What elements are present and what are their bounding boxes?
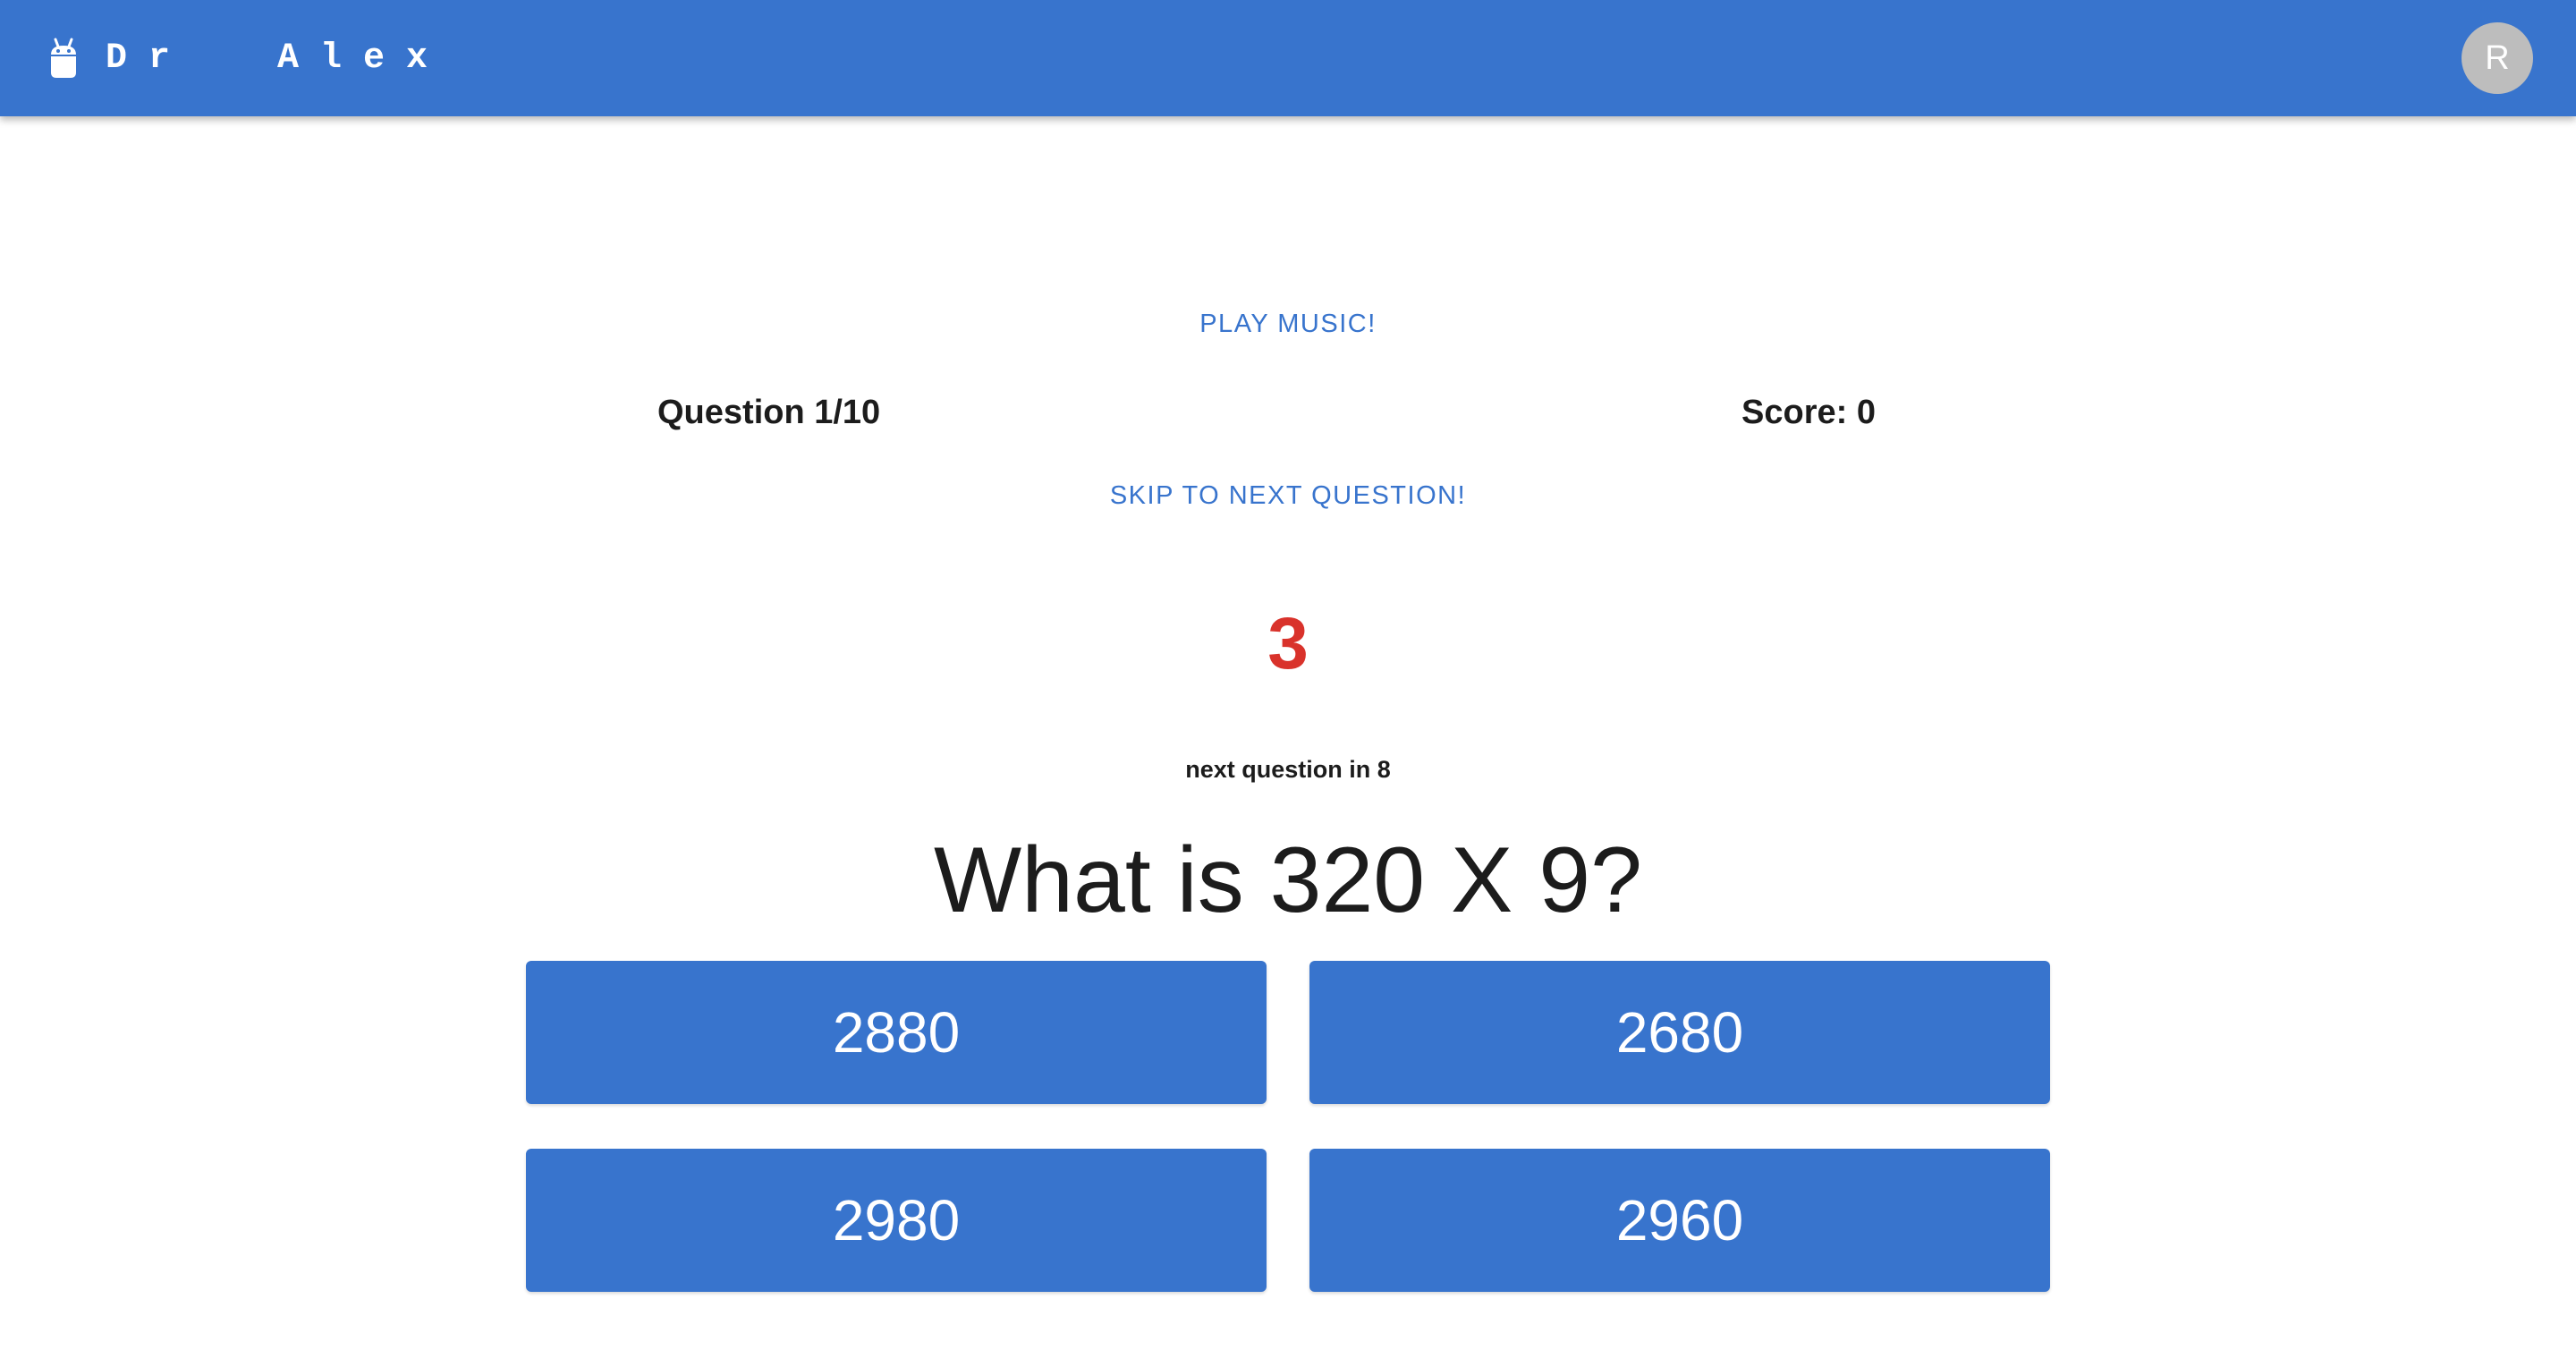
answer-button-4[interactable]: 2960 [1309, 1149, 2050, 1292]
countdown-number: 3 [1267, 603, 1309, 684]
answer-button-1[interactable]: 2880 [526, 961, 1267, 1104]
next-question-timer: next question in 8 [1185, 756, 1391, 783]
brand[interactable]: Dr Alex [48, 0, 449, 116]
answer-button-3[interactable]: 2980 [526, 1149, 1267, 1292]
play-music-label: PLAY MUSIC! [1199, 310, 1377, 338]
skip-question-label: SKIP TO NEXT QUESTION! [1109, 481, 1467, 510]
user-avatar[interactable]: R [2462, 22, 2533, 94]
score-display: Score: 0 [1741, 394, 1876, 431]
app-title: Dr Alex [106, 38, 450, 79]
app-bar: Dr Alex R [0, 0, 2576, 116]
answer-button-2[interactable]: 2680 [1309, 961, 2050, 1104]
question-text: What is 320 X 9? [934, 828, 1642, 932]
answer-grid: 2880 2680 2980 2960 [526, 961, 2050, 1292]
play-music-button[interactable]: PLAY MUSIC! [0, 306, 2576, 342]
robot-icon [51, 38, 76, 78]
skip-question-button[interactable]: SKIP TO NEXT QUESTION! [0, 478, 2576, 514]
question-counter: Question 1/10 [657, 394, 881, 431]
